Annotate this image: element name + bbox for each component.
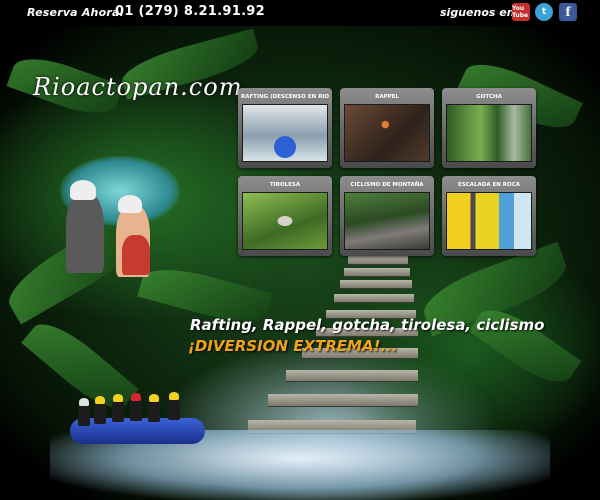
activity-label: RAPPEL (375, 94, 399, 100)
tagline-activities: Rafting, Rappel, gotcha, tirolesa, cicli… (190, 316, 545, 334)
activity-card-rafting[interactable]: RAFTING (DESCENSO EN RIO) (238, 88, 332, 168)
top-bar: Reserva Ahora: 01 (279) 8.21.91.92 sigue… (0, 0, 600, 26)
social-label: siguenos en: (440, 6, 519, 19)
activity-thumbnail[interactable] (446, 104, 532, 162)
activity-thumbnail[interactable] (446, 192, 532, 250)
activity-card-tirolesa[interactable]: TIROLESA (238, 176, 332, 256)
activity-label: GOTCHA (476, 94, 502, 100)
activity-label: CICLISMO DE MONTAÑA (350, 182, 424, 188)
rafting-photo (70, 390, 210, 450)
activities-grid: RAFTING (DESCENSO EN RIO) RAPPEL GOTCHA … (230, 74, 552, 264)
twitter-icon[interactable]: t (535, 3, 553, 21)
tagline-extreme: ¡DIVERSION EXTREMA!... (188, 337, 398, 355)
site-logo[interactable]: Rioactopan.com (33, 73, 242, 101)
phone-number[interactable]: 01 (279) 8.21.91.92 (115, 4, 265, 19)
activity-label: RAFTING (DESCENSO EN RIO) (241, 94, 329, 100)
activity-card-rappel[interactable]: RAPPEL (340, 88, 434, 168)
zipline-riders-photo (58, 175, 178, 295)
activity-card-gotcha[interactable]: GOTCHA (442, 88, 536, 168)
activity-thumbnail[interactable] (242, 104, 328, 162)
youtube-icon[interactable]: You Tube (512, 3, 530, 21)
activity-thumbnail[interactable] (344, 104, 430, 162)
activity-label: ESCALADA EN ROCA (458, 182, 520, 188)
facebook-icon[interactable]: f (559, 3, 577, 21)
activity-label: TIROLESA (269, 182, 301, 188)
activity-card-ciclismo[interactable]: CICLISMO DE MONTAÑA (340, 176, 434, 256)
activity-thumbnail[interactable] (242, 192, 328, 250)
activity-thumbnail[interactable] (344, 192, 430, 250)
reserva-label: Reserva Ahora: (27, 6, 125, 19)
activity-card-escalada[interactable]: ESCALADA EN ROCA (442, 176, 536, 256)
